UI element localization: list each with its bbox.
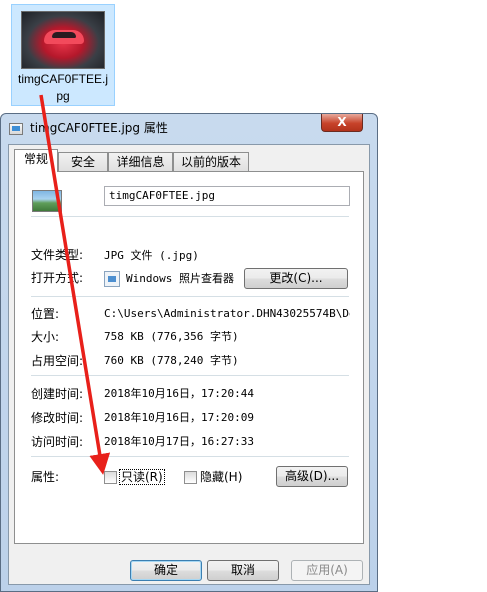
window-title: timgCAF0FTEE.jpg 属性 xyxy=(30,121,168,135)
hidden-checkbox[interactable] xyxy=(184,471,197,484)
file-type-value: JPG 文件 (.jpg) xyxy=(104,249,199,262)
separator xyxy=(31,456,349,457)
change-button[interactable]: 更改(C)... xyxy=(244,268,348,289)
opens-with-value: Windows 照片查看器 xyxy=(126,272,234,285)
size-label: 大小: xyxy=(31,330,60,344)
ok-button[interactable]: 确定 xyxy=(130,560,202,581)
size-on-disk-label: 占用空间: xyxy=(31,354,84,368)
dialog-body: 常规 安全 详细信息 以前的版本 timgCAF0FTEE.jpg 文件类型: … xyxy=(8,144,370,585)
size-on-disk-value: 760 KB (778,240 字节) xyxy=(104,354,239,367)
modified-label: 修改时间: xyxy=(31,411,84,425)
modified-value: 2018年10月16日，17:20:09 xyxy=(104,411,254,424)
created-value: 2018年10月16日，17:20:44 xyxy=(104,387,254,400)
tab-general[interactable]: 常规 xyxy=(14,149,58,172)
advanced-button[interactable]: 高级(D)... xyxy=(276,466,348,487)
separator xyxy=(31,375,349,376)
created-label: 创建时间: xyxy=(31,387,84,401)
general-tab-panel: timgCAF0FTEE.jpg 文件类型: JPG 文件 (.jpg) 打开方… xyxy=(14,171,364,544)
size-value: 758 KB (776,356 字节) xyxy=(104,330,239,343)
accessed-label: 访问时间: xyxy=(31,435,84,449)
tab-previous-versions[interactable]: 以前的版本 xyxy=(173,152,249,171)
image-file-icon xyxy=(32,190,62,212)
opens-with-label: 打开方式: xyxy=(31,271,84,285)
image-thumbnail xyxy=(21,11,105,69)
filename-input[interactable]: timgCAF0FTEE.jpg xyxy=(104,186,350,206)
desktop-file-icon[interactable]: timgCAF0FTEE.jpg xyxy=(11,4,115,106)
accessed-value: 2018年10月17日，16:27:33 xyxy=(104,435,254,448)
apply-button[interactable]: 应用(A) xyxy=(291,560,363,581)
file-type-icon xyxy=(9,123,23,135)
photo-viewer-icon xyxy=(104,271,120,287)
desktop-file-label: timgCAF0FTEE.jpg xyxy=(12,71,114,105)
tab-details[interactable]: 详细信息 xyxy=(108,152,173,171)
desktop-file-name: timgCAF0FTEE.jpg xyxy=(17,72,108,103)
close-button[interactable]: X xyxy=(321,114,363,132)
location-value: C:\Users\Administrator.DHN43025574B\Desk… xyxy=(104,307,350,320)
readonly-checkbox[interactable] xyxy=(104,471,117,484)
location-label: 位置: xyxy=(31,307,60,321)
readonly-label-text: 只读(R) xyxy=(119,469,165,485)
properties-window: timgCAF0FTEE.jpg 属性 X 常规 安全 详细信息 以前的版本 t… xyxy=(0,113,378,592)
car-windshield-shape xyxy=(52,32,76,38)
attributes-label: 属性: xyxy=(31,470,60,484)
file-type-label: 文件类型: xyxy=(31,248,84,262)
tab-security[interactable]: 安全 xyxy=(58,152,108,171)
separator xyxy=(31,216,349,217)
hidden-label[interactable]: 隐藏(H) xyxy=(200,469,242,485)
separator xyxy=(31,296,349,297)
cancel-button[interactable]: 取消 xyxy=(207,560,279,581)
readonly-label[interactable]: 只读(R) xyxy=(119,469,165,485)
